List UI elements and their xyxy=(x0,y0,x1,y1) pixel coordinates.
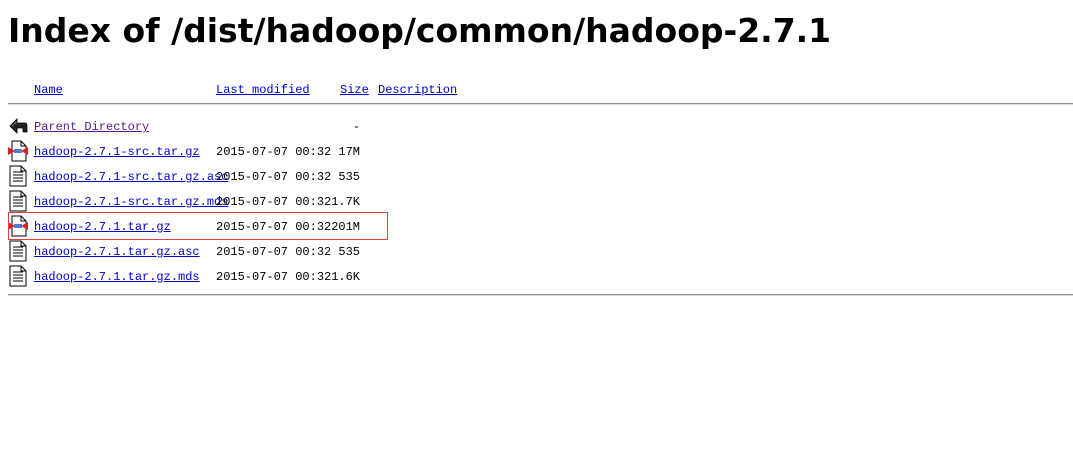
entry-link[interactable]: hadoop-2.7.1.tar.gz.asc xyxy=(34,244,200,260)
entry-size: 1.7K xyxy=(331,195,360,209)
column-header-size[interactable]: Size xyxy=(340,82,369,98)
entry-size: - xyxy=(352,120,360,134)
entry-size: 17M xyxy=(338,145,360,159)
list-item: hadoop-2.7.1.tar.gz.mds 2015-07-07 00:32… xyxy=(0,265,600,290)
column-header-name[interactable]: Name xyxy=(34,82,63,98)
text-file-icon xyxy=(8,165,28,187)
entry-size: 535 xyxy=(338,170,360,184)
entry-link[interactable]: hadoop-2.7.1.tar.gz.mds xyxy=(34,269,200,285)
list-item-parent-directory: Parent Directory - xyxy=(0,115,600,140)
list-item: hadoop-2.7.1-src.tar.gz 2015-07-07 00:32… xyxy=(0,140,600,165)
text-file-icon xyxy=(8,190,28,212)
header-divider xyxy=(8,103,1073,105)
list-item: hadoop-2.7.1.tar.gz.asc 2015-07-07 00:32… xyxy=(0,240,600,265)
highlight-box xyxy=(8,212,388,240)
entry-link[interactable]: hadoop-2.7.1-src.tar.gz.asc xyxy=(34,169,228,185)
entry-link[interactable]: hadoop-2.7.1-src.tar.gz xyxy=(34,144,200,160)
column-header-description[interactable]: Description xyxy=(378,82,457,98)
text-file-icon xyxy=(8,265,28,287)
entry-size: 1.6K xyxy=(331,270,360,284)
footer-divider xyxy=(8,294,1073,296)
back-arrow-icon xyxy=(8,115,28,137)
entry-link[interactable]: hadoop-2.7.1-src.tar.gz.mds xyxy=(34,194,228,210)
entry-link[interactable]: Parent Directory xyxy=(34,119,149,135)
column-header-last-modified[interactable]: Last modified xyxy=(216,82,310,98)
entry-size: 535 xyxy=(338,245,360,259)
compressed-file-icon xyxy=(8,140,28,162)
list-item: hadoop-2.7.1-src.tar.gz.asc 2015-07-07 0… xyxy=(0,165,600,190)
text-file-icon xyxy=(8,240,28,262)
page-title: Index of /dist/hadoop/common/hadoop-2.7.… xyxy=(8,11,832,50)
